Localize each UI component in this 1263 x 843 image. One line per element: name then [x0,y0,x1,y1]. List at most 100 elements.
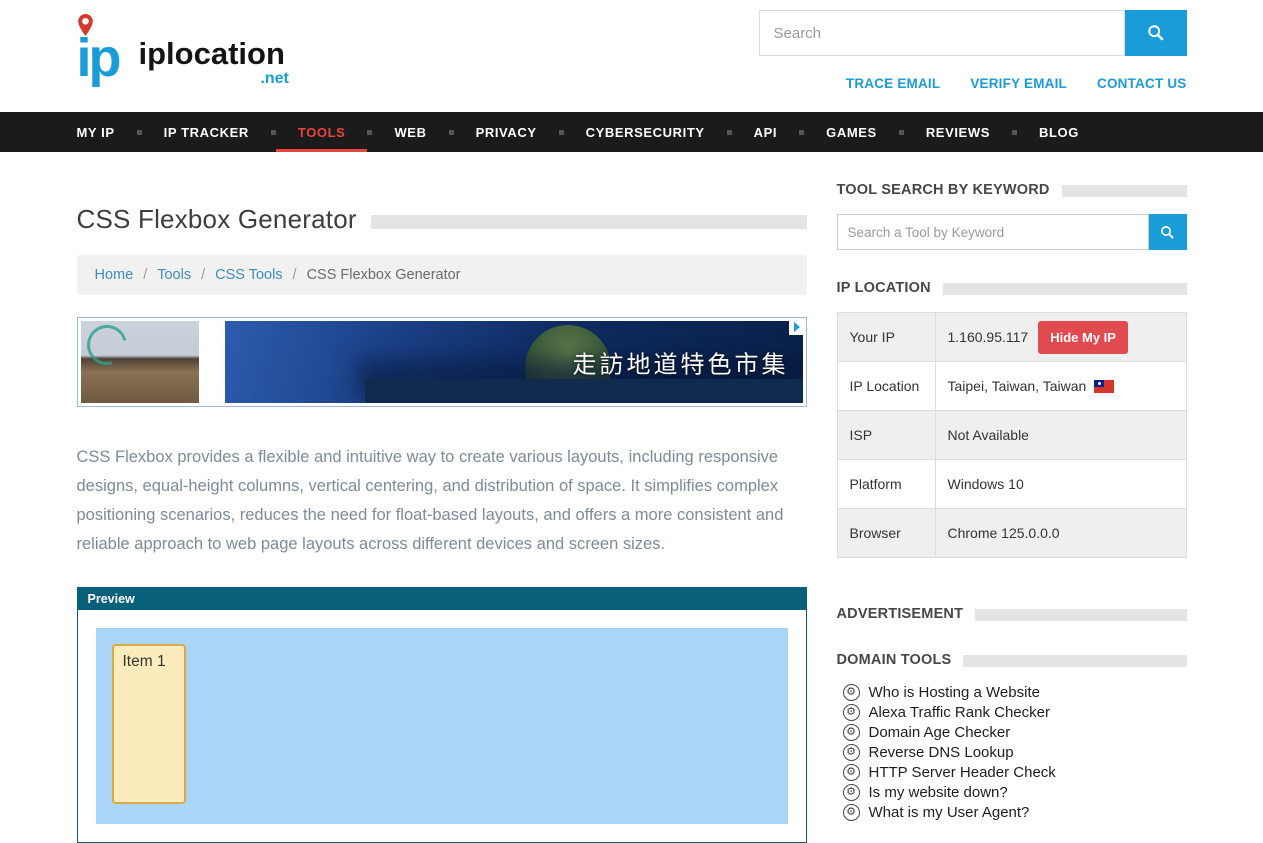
search-icon [1160,225,1175,240]
page-title: CSS Flexbox Generator [77,204,357,235]
platform-label: Platform [837,460,935,509]
domain-tool-label: Who is Hosting a Website [869,684,1040,701]
ad-banner[interactable]: 走訪地道特色市集 [77,317,807,407]
hide-my-ip-button[interactable]: Hide My IP [1038,321,1128,354]
header-container: ip iplocation .net TRACE EMAIL VERIFY EM… [77,0,1187,112]
ad-caption: 走訪地道特色市集 [573,345,789,380]
nav-item-privacy: PRIVACY [454,112,564,152]
contact-us-link[interactable]: CONTACT US [1097,76,1187,91]
table-row-browser: Browser Chrome 125.0.0.0 [837,509,1186,558]
table-row-ip-location: IP Location Taipei, Taiwan, Taiwan [837,362,1186,411]
gear-icon: ⚙ [843,784,860,801]
ip-location-table: Your IP 1.160.95.117Hide My IP IP Locati… [837,312,1187,558]
nav-link-my-ip[interactable]: MY IP [77,112,137,152]
nav-link-tools[interactable]: TOOLS [276,112,368,152]
taiwan-flag-icon [1094,380,1114,393]
domain-tools-heading-row: DOMAIN TOOLS [837,652,1187,668]
tool-search-input[interactable] [837,214,1149,250]
logo[interactable]: ip iplocation .net [77,14,285,78]
logo-text: iplocation [139,36,285,71]
table-row-platform: Platform Windows 10 [837,460,1186,509]
nav-item-cybersecurity: CYBERSECURITY [564,112,732,152]
ad-main-image: 走訪地道特色市集 [225,321,803,403]
tool-search-heading: TOOL SEARCH BY KEYWORD [837,182,1050,198]
flex-preview-item: Item 1 [112,644,186,804]
logo-ip-letters: ip [77,31,119,85]
verify-email-link[interactable]: VERIFY EMAIL [970,76,1067,91]
heading-rule [943,283,1187,295]
preview-panel: Preview Item 1 [77,587,807,843]
nav-item-my-ip: MY IP [77,112,142,152]
adchoices-icon[interactable] [789,319,805,335]
gear-icon: ⚙ [843,744,860,761]
domain-tool-alexa-rank[interactable]: ⚙ Alexa Traffic Rank Checker [837,702,1187,722]
domain-tool-label: Alexa Traffic Rank Checker [869,704,1050,721]
gear-icon: ⚙ [843,764,860,781]
domain-tool-label: Domain Age Checker [869,724,1011,741]
header-search-button[interactable] [1125,10,1187,56]
nav-link-games[interactable]: GAMES [804,112,899,152]
advertisement-heading: ADVERTISEMENT [837,606,964,622]
trace-email-link[interactable]: TRACE EMAIL [846,76,940,91]
title-rule [371,215,807,229]
gear-icon: ⚙ [843,704,860,721]
site-header: ip iplocation .net TRACE EMAIL VERIFY EM… [0,0,1263,112]
domain-tool-domain-age[interactable]: ⚙ Domain Age Checker [837,722,1187,742]
adchoices-triangle-icon [792,322,802,332]
breadcrumb-css-tools-link[interactable]: CSS Tools [215,267,306,283]
nav-list: MY IP IP TRACKER TOOLS WEB PRIVACY CYBER… [77,112,1187,152]
nav-link-ip-tracker[interactable]: IP TRACKER [142,112,271,152]
tool-search-heading-row: TOOL SEARCH BY KEYWORD [837,182,1187,198]
nav-link-privacy[interactable]: PRIVACY [454,112,559,152]
ip-location-heading-row: IP LOCATION [837,280,1187,296]
header-links: TRACE EMAIL VERIFY EMAIL CONTACT US [846,76,1187,91]
heading-rule [1062,185,1187,197]
nav-link-web[interactable]: WEB [372,112,448,152]
nav-item-api: API [732,112,804,152]
ip-location-value-cell: Taipei, Taiwan, Taiwan [935,362,1186,411]
nav-item-games: GAMES [804,112,904,152]
tool-search-button[interactable] [1149,214,1187,250]
flex-preview-container: Item 1 [96,628,788,824]
gear-icon: ⚙ [843,804,860,821]
platform-value: Windows 10 [935,460,1186,509]
nav-link-reviews[interactable]: REVIEWS [904,112,1012,152]
nav-link-cybersecurity[interactable]: CYBERSECURITY [564,112,727,152]
heading-rule [975,609,1186,621]
ad-left-image [81,321,199,403]
breadcrumb-current: CSS Flexbox Generator [307,267,461,283]
content: CSS Flexbox Generator HomeToolsCSS Tools… [77,182,1187,843]
logo-ip-mark: ip [77,14,137,78]
browser-label: Browser [837,509,935,558]
domain-tool-http-header[interactable]: ⚙ HTTP Server Header Check [837,762,1187,782]
header-search-input[interactable] [759,10,1125,56]
nav-item-blog: BLOG [1017,112,1101,152]
domain-tool-reverse-dns[interactable]: ⚙ Reverse DNS Lookup [837,742,1187,762]
tool-search [837,214,1187,250]
breadcrumb-home-link[interactable]: Home [95,267,158,283]
logo-wordmark: iplocation .net [139,38,285,78]
table-row-isp: ISP Not Available [837,411,1186,460]
domain-tool-label: Reverse DNS Lookup [869,744,1014,761]
logo-net-suffix: .net [260,71,288,87]
your-ip-label: Your IP [837,313,935,362]
nav-link-api[interactable]: API [732,112,799,152]
advertisement-heading-row: ADVERTISEMENT [837,606,1187,622]
nav-link-blog[interactable]: BLOG [1017,112,1101,152]
gear-icon: ⚙ [843,684,860,701]
isp-value: Not Available [935,411,1186,460]
nav-container: MY IP IP TRACKER TOOLS WEB PRIVACY CYBER… [77,112,1187,152]
domain-tool-user-agent[interactable]: ⚙ What is my User Agent? [837,802,1187,822]
breadcrumb-tools-link[interactable]: Tools [157,267,215,283]
table-row-your-ip: Your IP 1.160.95.117Hide My IP [837,313,1186,362]
your-ip-value-cell: 1.160.95.117Hide My IP [935,313,1186,362]
domain-tools-heading: DOMAIN TOOLS [837,652,952,668]
domain-tool-website-down[interactable]: ⚙ Is my website down? [837,782,1187,802]
nav-item-tools: TOOLS [276,112,373,152]
header-search [759,10,1187,56]
nav-item-ip-tracker: IP TRACKER [142,112,276,152]
preview-panel-header: Preview [78,588,806,610]
ip-location-value: Taipei, Taiwan, Taiwan [948,378,1087,394]
breadcrumb: HomeToolsCSS ToolsCSS Flexbox Generator [77,255,807,295]
domain-tool-who-is-hosting[interactable]: ⚙ Who is Hosting a Website [837,682,1187,702]
